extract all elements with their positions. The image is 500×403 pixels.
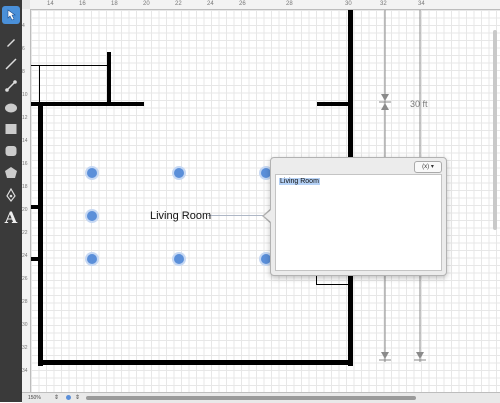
- status-bar: 150% ⇕ ⇕: [22, 392, 500, 403]
- pen-icon: [7, 39, 15, 47]
- wall-top-left[interactable]: [31, 102, 144, 106]
- ruler-tick-label: 12: [22, 115, 28, 121]
- selection-handle[interactable]: [174, 168, 184, 178]
- rectangle-tool-button[interactable]: [2, 120, 20, 138]
- page-indicator-dot[interactable]: [66, 395, 71, 400]
- ruler-tick-label: 32: [22, 345, 28, 351]
- ruler-tick-label: 30: [22, 322, 28, 328]
- popover-arrow: [264, 210, 271, 222]
- polygon-icon: [5, 167, 17, 178]
- vertical-scrollbar[interactable]: [493, 30, 497, 230]
- horizontal-scrollbar[interactable]: [86, 396, 416, 400]
- ruler-tick-label: 22: [22, 230, 28, 236]
- ruler-tick-label: 32: [380, 1, 387, 7]
- ruler-tick-label: 14: [22, 138, 28, 144]
- zoom-level[interactable]: 150%: [28, 395, 41, 401]
- ruler-tick-label: 28: [286, 1, 293, 7]
- ruler-tick-label: 24: [22, 253, 28, 259]
- text-tool-button[interactable]: A: [2, 207, 20, 227]
- ruler-tick-label: 20: [143, 1, 150, 7]
- bezier-tool-button[interactable]: [2, 186, 20, 204]
- ruler-tick-label: 16: [79, 1, 86, 7]
- closet-line-top[interactable]: [31, 65, 107, 66]
- polygon-tool-button[interactable]: [2, 164, 20, 182]
- selected-text[interactable]: Living Room: [279, 178, 320, 185]
- ruler-tick-label: 34: [22, 368, 28, 374]
- variables-button[interactable]: (x) ▾: [414, 161, 442, 173]
- wall-corner-mark[interactable]: [40, 354, 43, 362]
- wall-closet[interactable]: [107, 52, 111, 105]
- ruler-tick-label: 6: [22, 46, 25, 52]
- ruler-tick-label: 30: [345, 1, 352, 7]
- vertical-ruler[interactable]: 4 6 8 10 12 14 16 18 20 22 24 26 28 30 3…: [22, 9, 31, 392]
- pointer-hand-icon: [7, 9, 16, 21]
- selection-handle[interactable]: [174, 254, 184, 264]
- ruler-tick-label: 22: [175, 1, 182, 7]
- wall-left[interactable]: [38, 102, 43, 366]
- wall-stub-1[interactable]: [31, 205, 41, 209]
- selection-handle[interactable]: [87, 168, 97, 178]
- line-icon: [5, 58, 17, 70]
- page-stepper-icon[interactable]: ⇕: [75, 394, 80, 401]
- ellipse-icon: [5, 103, 17, 113]
- pen-tool-button[interactable]: [2, 33, 20, 51]
- popover-text-area[interactable]: Living Room: [275, 174, 442, 271]
- bezier-pen-icon: [6, 188, 16, 202]
- closet-line-side[interactable]: [39, 65, 40, 102]
- popover-connector-line: [208, 215, 264, 216]
- rounded-rectangle-icon: [5, 146, 17, 156]
- ruler-tick-label: 18: [111, 1, 118, 7]
- rectangle-icon: [5, 124, 17, 134]
- ruler-tick-label: 20: [22, 207, 28, 213]
- ruler-tick-label: 8: [22, 69, 25, 75]
- ellipse-tool-button[interactable]: [2, 99, 20, 117]
- ruler-tick-label: 24: [207, 1, 214, 7]
- wall-top-right[interactable]: [317, 102, 351, 106]
- ruler-tick-label: 14: [47, 1, 54, 7]
- tool-palette: A: [0, 0, 23, 402]
- door-line[interactable]: [316, 284, 350, 285]
- selection-handle[interactable]: [87, 211, 97, 221]
- rounded-rectangle-tool-button[interactable]: [2, 142, 20, 160]
- connector-tool-button[interactable]: [2, 77, 20, 95]
- selection-tool-button[interactable]: [2, 6, 20, 24]
- ruler-tick-label: 16: [22, 161, 28, 167]
- text-icon: A: [4, 207, 18, 227]
- ruler-tick-label: 28: [22, 299, 28, 305]
- ruler-tick-label: 34: [418, 1, 425, 7]
- ruler-tick-label: 18: [22, 184, 28, 190]
- zoom-stepper-icon[interactable]: ⇕: [54, 394, 59, 401]
- text-edit-popover: (x) ▾ Living Room: [270, 157, 447, 276]
- ruler-tick-label: 26: [239, 1, 246, 7]
- ruler-tick-label: 26: [22, 276, 28, 282]
- horizontal-ruler[interactable]: 14 16 18 20 22 24 26 28 30 32 34: [30, 0, 500, 10]
- wall-bottom[interactable]: [38, 360, 353, 365]
- ruler-tick-label: 4: [22, 23, 25, 29]
- dimension-label: 30 ft: [410, 99, 428, 109]
- connector-icon: [5, 80, 17, 92]
- wall-stub-2[interactable]: [31, 257, 41, 261]
- ruler-tick-label: 10: [22, 92, 28, 98]
- room-label[interactable]: Living Room: [150, 210, 211, 222]
- line-tool-button[interactable]: [2, 55, 20, 73]
- selection-handle[interactable]: [87, 254, 97, 264]
